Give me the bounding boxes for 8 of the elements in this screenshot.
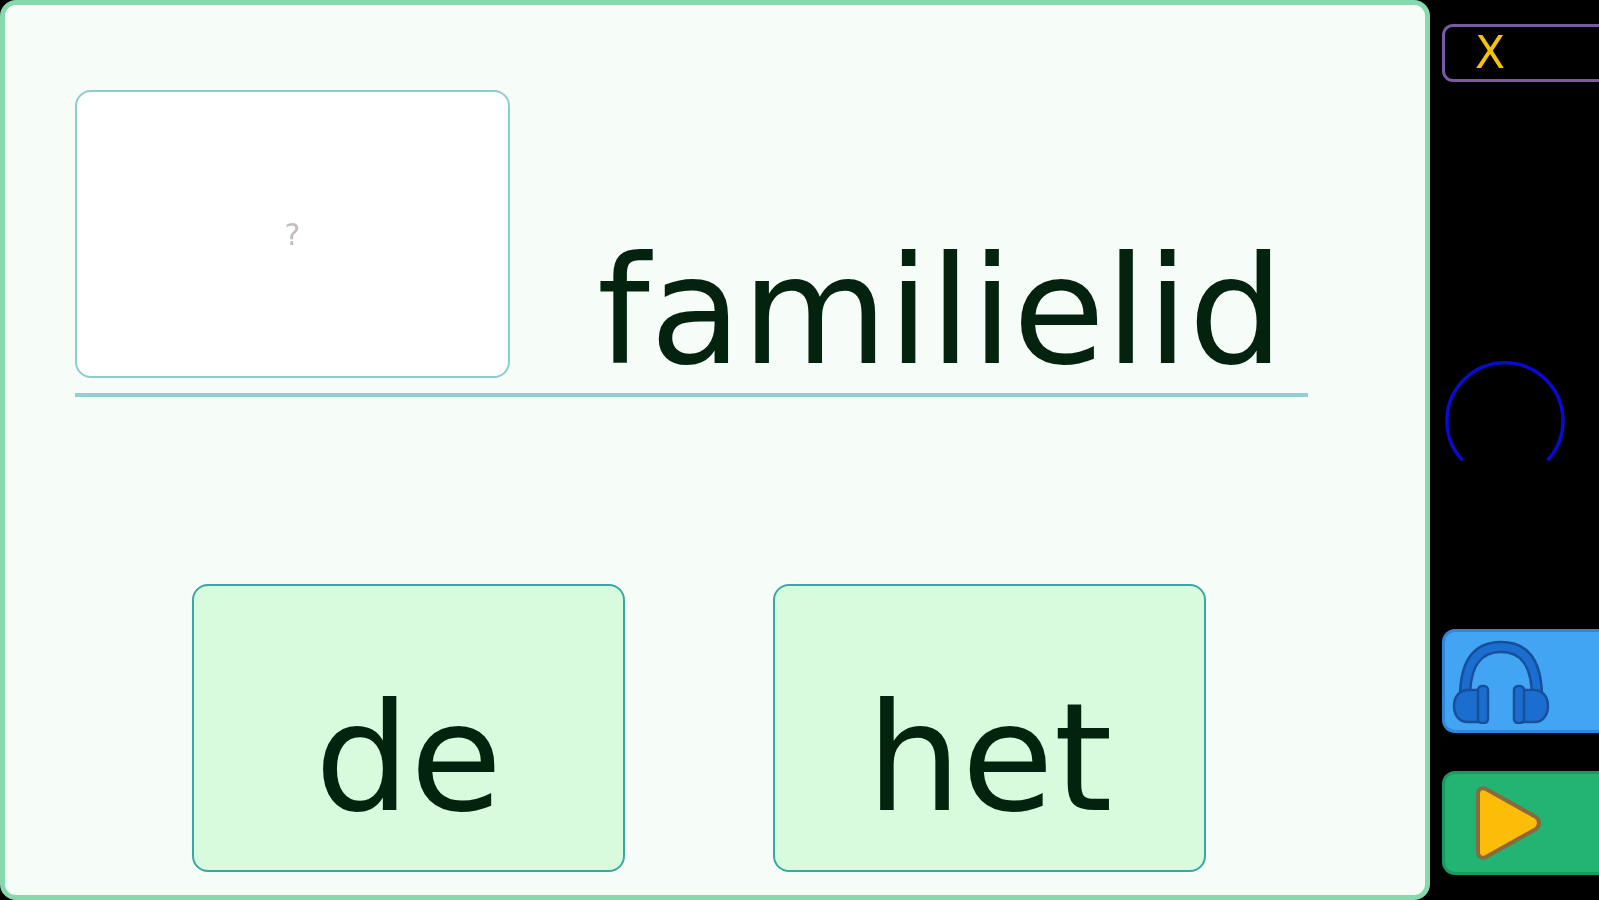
play-button[interactable] bbox=[1442, 771, 1599, 875]
close-button[interactable]: X bbox=[1442, 24, 1599, 82]
choice-button[interactable]: het bbox=[773, 584, 1206, 872]
headphones-button[interactable] bbox=[1442, 629, 1599, 733]
answer-box[interactable]: ? bbox=[75, 90, 510, 378]
headphones-icon bbox=[1452, 638, 1550, 724]
target-word: familielid bbox=[597, 236, 1284, 386]
choice-button[interactable]: de bbox=[192, 584, 625, 872]
